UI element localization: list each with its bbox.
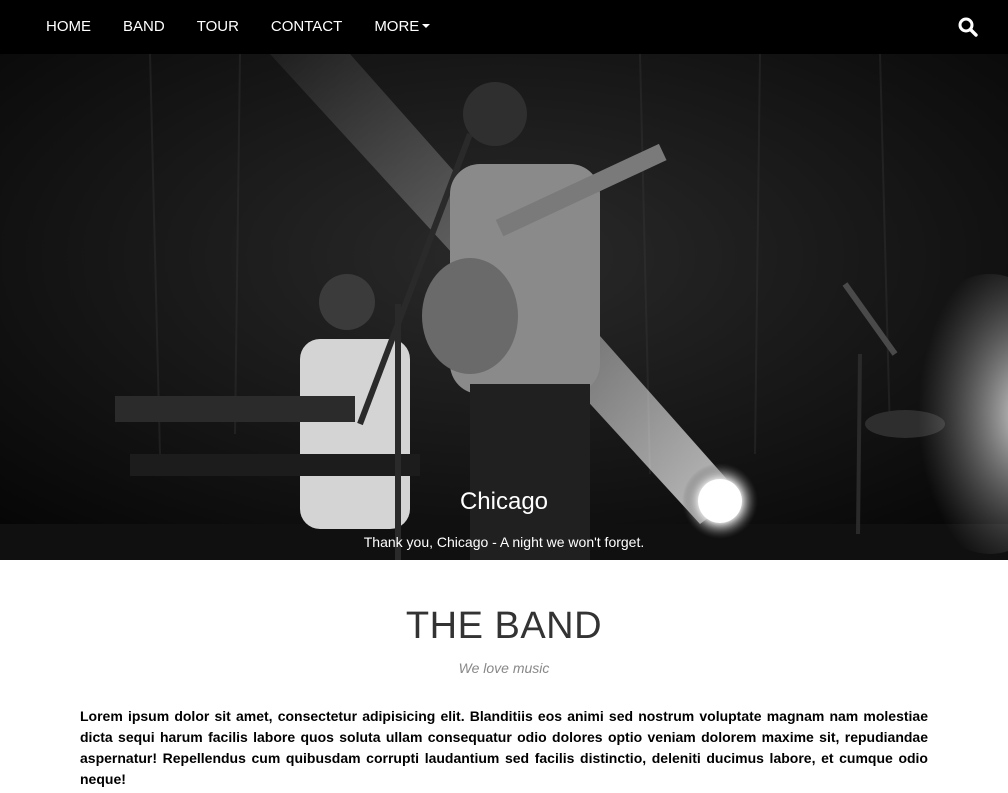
carousel-caption-title: Chicago [459, 488, 549, 515]
nav-item-contact-label: CONTACT [270, 18, 343, 35]
nav-item-home-label: HOME [46, 18, 91, 35]
carousel-caption-text: Thank you, Chicago - A night we won't fo… [363, 534, 645, 550]
nav-menu: HOME BAND TOUR CONTACT MORE [30, 0, 446, 54]
band-description: Lorem ipsum dolor sit amet, consectetur … [80, 708, 928, 787]
nav-item-band-label: BAND [123, 18, 165, 35]
nav-item-tour[interactable]: TOUR [181, 0, 255, 54]
nav-item-contact[interactable]: CONTACT [255, 0, 358, 54]
caret-down-icon [422, 24, 431, 29]
hero-carousel: Chicago Thank you, Chicago - A night we … [0, 54, 1008, 560]
nav-item-more-dropdown[interactable]: MORE [358, 0, 446, 54]
search-icon [958, 17, 978, 37]
nav-item-tour-label: TOUR [196, 18, 239, 35]
band-section: THE BAND We love music Lorem ipsum dolor… [0, 560, 1008, 793]
navbar: HOME BAND TOUR CONTACT MORE [0, 0, 1008, 54]
nav-item-more-label: MORE [374, 18, 420, 35]
nav-item-band[interactable]: BAND [107, 0, 181, 54]
nav-item-home[interactable]: HOME [30, 0, 107, 54]
search-button[interactable] [958, 17, 978, 37]
concert-photo [0, 54, 1008, 560]
band-heading: THE BAND [405, 605, 603, 647]
band-subtitle: We love music [458, 660, 550, 676]
